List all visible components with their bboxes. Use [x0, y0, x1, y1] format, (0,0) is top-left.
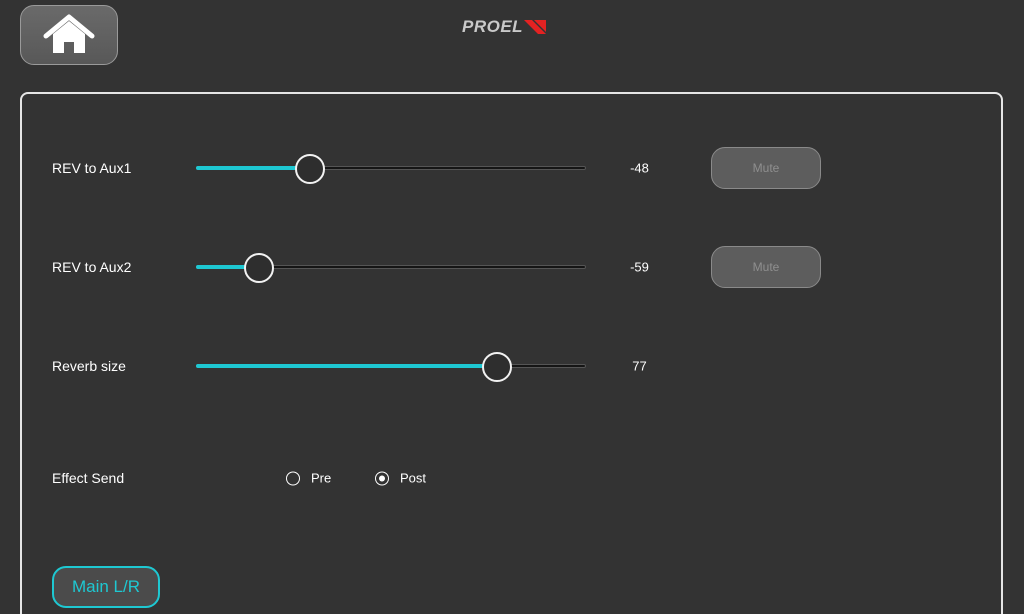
- rev-aux1-value: -48: [630, 160, 649, 176]
- radio-pre[interactable]: Pre: [286, 471, 331, 486]
- home-button[interactable]: [20, 5, 118, 65]
- app-window: PROEL REV to Aux1 -48 Mute REV to Aux2 -…: [0, 0, 1024, 614]
- rev-aux1-label: REV to Aux1: [52, 160, 132, 176]
- proel-logo: PROEL: [462, 16, 547, 38]
- rev-aux2-slider[interactable]: [196, 252, 586, 283]
- reverb-size-row: Reverb size 77: [22, 346, 1001, 386]
- rev-aux2-mute-button[interactable]: Mute: [711, 246, 821, 288]
- rev-aux2-value: -59: [630, 259, 649, 275]
- effect-send-row: Effect Send Pre Post: [22, 458, 1001, 498]
- reverb-size-label: Reverb size: [52, 358, 126, 374]
- effect-send-label: Effect Send: [52, 470, 125, 486]
- radio-post-circle[interactable]: [375, 471, 389, 485]
- radio-pre-circle[interactable]: [286, 471, 300, 485]
- slider-thumb[interactable]: [244, 253, 275, 283]
- radio-post-label: Post: [400, 470, 427, 486]
- reverb-settings-panel: REV to Aux1 -48 Mute REV to Aux2 -59 Mut…: [20, 92, 1003, 614]
- slider-fill: [196, 364, 497, 368]
- reverb-size-slider[interactable]: [196, 351, 586, 382]
- rev-aux1-mute-button[interactable]: Mute: [711, 147, 821, 189]
- radio-post[interactable]: Post: [375, 471, 426, 486]
- rev-aux2-label: REV to Aux2: [52, 259, 132, 275]
- radio-pre-label: Pre: [311, 470, 332, 486]
- main-lr-button[interactable]: Main L/R: [52, 566, 160, 608]
- slider-fill: [196, 166, 310, 170]
- slider-thumb[interactable]: [295, 154, 326, 184]
- home-icon: [43, 14, 95, 53]
- rev-aux2-row: REV to Aux2 -59 Mute: [22, 246, 1001, 288]
- rev-aux1-slider[interactable]: [196, 153, 586, 184]
- slider-thumb[interactable]: [482, 352, 513, 382]
- logo-mark-icon: [524, 20, 547, 34]
- reverb-size-value: 77: [632, 358, 647, 374]
- rev-aux1-row: REV to Aux1 -48 Mute: [22, 147, 1001, 189]
- logo-text: PROEL: [462, 17, 524, 36]
